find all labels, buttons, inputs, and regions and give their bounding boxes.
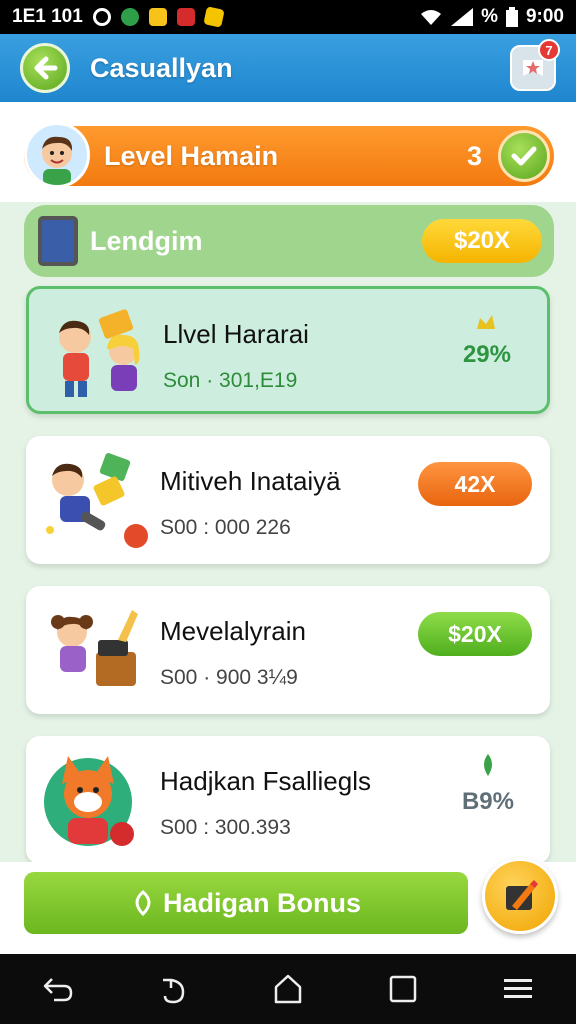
level-count: 3 (466, 140, 482, 171)
card-percent: 29% (462, 341, 511, 368)
list-item[interactable]: Mevelalyrain S00 · 900 3¼9 $20X (26, 586, 550, 714)
edit-fab-button[interactable] (482, 858, 558, 934)
section-header: Lendgim $20X (24, 205, 554, 277)
nav-recent-button[interactable] (149, 965, 197, 1013)
app-icon-red (176, 8, 195, 26)
level-check-button[interactable] (498, 130, 550, 182)
nav-overview-button[interactable] (379, 965, 427, 1013)
card-subtitle: S00 : 300.393 (160, 816, 291, 839)
nav-home-button[interactable] (264, 965, 312, 1013)
list-item[interactable]: Hadjkan Fsalliegls S00 : 300.393 B9% (26, 736, 550, 864)
navigation-bar (0, 954, 576, 1024)
fox-avatar-illustration (44, 756, 134, 846)
status-left-text: 1E1 101 (12, 6, 83, 27)
card-subtitle: S00 · 900 3¼9 (160, 666, 298, 689)
app-icon-gold (203, 6, 225, 28)
card-title: Mevelalyrain (160, 616, 306, 646)
leaf-icon (484, 754, 492, 776)
battery-icon (505, 7, 518, 27)
wifi-icon (421, 10, 442, 25)
level-title: Level Hamain (104, 140, 279, 171)
app-icon-green (120, 8, 139, 26)
list-item[interactable]: Mitiveh Inataiyä S00 : 000 226 42X (26, 436, 550, 564)
card-title: Hadjkan Fsalliegls (160, 766, 371, 796)
battery-text: % (481, 6, 498, 27)
back-arrow-icon (34, 56, 58, 80)
boy-falling-illustration (46, 453, 148, 548)
avatar (24, 122, 90, 188)
home-icon (274, 974, 302, 1004)
list-item[interactable]: Llvel Hararai Son · 301,E19 29% (26, 286, 550, 414)
tablet-icon (38, 216, 78, 266)
bonus-button[interactable]: Hadigan Bonus (24, 872, 468, 934)
crown-icon (477, 315, 495, 329)
card-badge-button[interactable]: $20X (418, 612, 532, 656)
leaf-icon (135, 890, 151, 916)
menu-icon (504, 979, 533, 998)
status-bar: 1E1 101 % 9:00 (0, 0, 576, 34)
card-badge-button[interactable]: 42X (418, 462, 532, 506)
clock: 9:00 (525, 6, 564, 27)
app-icon-yellow (148, 8, 167, 26)
back-icon (43, 978, 72, 1002)
card-percent: B9% (461, 788, 514, 815)
card-title: Mitiveh Inataiyä (160, 466, 341, 496)
check-icon (511, 146, 537, 166)
app-title: Casuallyan (90, 52, 233, 83)
square-icon (389, 975, 417, 1003)
pencil-icon (506, 880, 538, 910)
kids-illustration (59, 309, 140, 397)
rotate-icon (162, 978, 185, 1004)
section-title: Lendgim (90, 225, 203, 256)
bonus-button-label: Hadigan Bonus (162, 887, 361, 918)
notification-button[interactable]: 7 (510, 39, 560, 91)
girl-treasure-illustration (51, 610, 138, 686)
level-bar[interactable]: Level Hamain 3 (24, 122, 554, 188)
card-subtitle: S00 : 000 226 (160, 516, 291, 539)
nav-menu-button[interactable] (494, 965, 542, 1013)
nav-back-button[interactable] (34, 965, 82, 1013)
signal-icon (451, 8, 474, 26)
card-title: Llvel Hararai (163, 319, 309, 349)
notification-icon (92, 8, 111, 26)
app-bar: Casuallyan 7 (0, 34, 576, 102)
notification-badge: 7 (538, 39, 560, 61)
card-subtitle: Son · 301,E19 (163, 369, 298, 392)
section-badge-button[interactable]: $20X (422, 219, 542, 263)
back-button[interactable] (20, 43, 70, 93)
